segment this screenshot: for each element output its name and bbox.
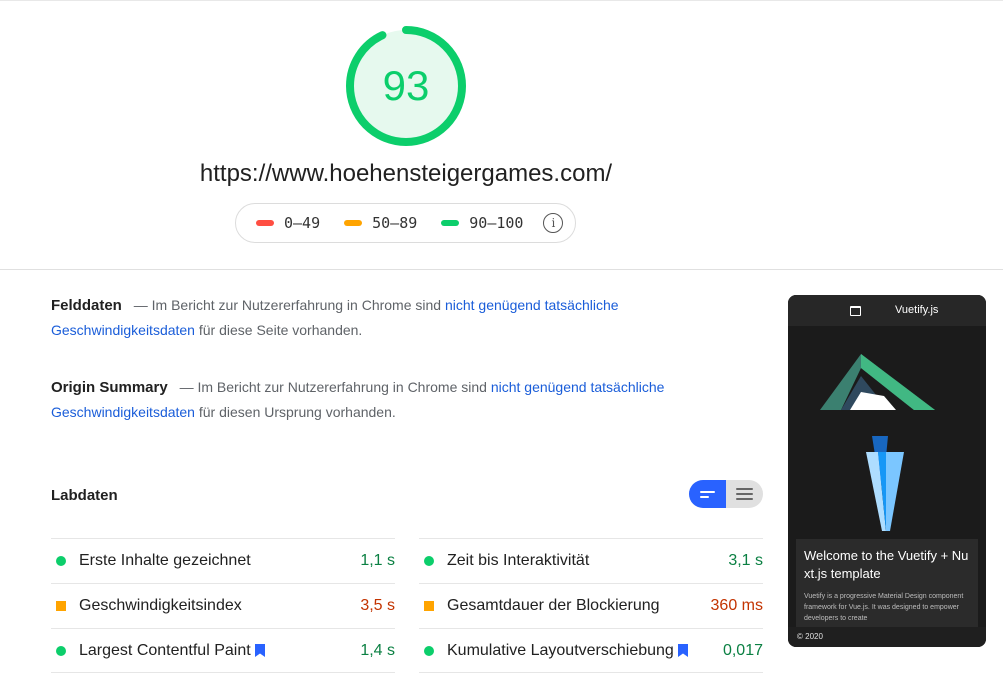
screenshot-app-title: Vuetify.js xyxy=(895,304,939,316)
metric-label: Erste Inhalte gezeichnet xyxy=(79,552,251,569)
metric-value: 3,5 s xyxy=(360,597,395,614)
field-data-prefix: — Im Bericht zur Nutzererfahrung in Chro… xyxy=(133,297,445,313)
metric-row-cls: Kumulative Layoutverschiebung 0,017 xyxy=(419,628,763,673)
metric-label-wrap: Kumulative Layoutverschiebung xyxy=(447,642,723,660)
origin-summary-section: Origin Summary — Im Bericht zur Nutzerer… xyxy=(51,375,691,425)
bookmark-icon xyxy=(677,644,688,657)
legend-item-fail: 0–49 xyxy=(256,214,320,232)
expanded-view-icon xyxy=(736,488,753,490)
metrics-left-column: Erste Inhalte gezeichnet 1,1 s Geschwind… xyxy=(51,538,395,673)
origin-summary-prefix: — Im Bericht zur Nutzererfahrung in Chro… xyxy=(179,379,491,395)
metric-label: Zeit bis Interaktivität xyxy=(447,552,590,569)
pass-indicator-icon xyxy=(56,556,66,566)
metric-row-tti: Zeit bis Interaktivität 3,1 s xyxy=(419,538,763,583)
legend-fail-label: 0–49 xyxy=(284,214,321,232)
compact-view-icon xyxy=(700,490,715,493)
page-url: https://www.hoehensteigergames.com/ xyxy=(199,160,613,187)
nuxt-vuetify-logo xyxy=(820,354,935,531)
legend-item-average: 50–89 xyxy=(344,214,417,232)
metric-value: 360 ms xyxy=(710,597,763,614)
metric-row-tbt: Gesamtdauer der Blockierung 360 ms xyxy=(419,583,763,628)
metric-value: 1,1 s xyxy=(360,552,395,569)
origin-summary-suffix: für diesen Ursprung vorhanden. xyxy=(194,404,396,420)
section-divider xyxy=(0,269,1003,270)
legend-average-label: 50–89 xyxy=(372,214,418,232)
metric-value: 1,4 s xyxy=(360,641,395,659)
info-icon[interactable]: i xyxy=(543,213,564,233)
pass-indicator-icon xyxy=(56,645,66,656)
window-icon xyxy=(850,306,861,316)
pass-indicator-icon xyxy=(424,645,434,656)
average-indicator-icon xyxy=(56,601,66,611)
average-indicator-icon xyxy=(424,601,434,611)
top-rule xyxy=(0,0,1003,1)
lab-data-title: Labdaten xyxy=(51,487,118,504)
legend-pass-swatch xyxy=(441,220,460,226)
screenshot-footer: © 2020 xyxy=(788,627,986,647)
metric-value: 0,017 xyxy=(722,641,763,659)
screenshot-app-bar: Vuetify.js xyxy=(788,295,986,326)
metrics-right-column: Zeit bis Interaktivität 3,1 s Gesamtdaue… xyxy=(419,538,763,673)
field-data-title: Felddaten xyxy=(51,297,122,314)
legend-average-swatch xyxy=(344,220,363,226)
metric-row-lcp: Largest Contentful Paint 1,4 s xyxy=(51,628,395,673)
legend-fail-swatch xyxy=(256,220,274,226)
compact-view-icon-line xyxy=(700,495,709,498)
page-screenshot-thumbnail: Vuetify.js Welcome to the Vuetify + Nuxt… xyxy=(788,295,986,647)
pass-indicator-icon xyxy=(424,556,434,566)
score-value: 93 xyxy=(382,62,430,109)
screenshot-card-text: Vuetify is a progressive Material Design… xyxy=(804,593,964,622)
screenshot-card-title: Welcome to the Vuetify + Nuxt.js templat… xyxy=(804,548,969,581)
field-data-suffix: für diese Seite vorhanden. xyxy=(194,322,363,338)
metric-value: 3,1 s xyxy=(728,552,763,569)
expanded-view-button[interactable] xyxy=(726,480,763,508)
field-data-section: Felddaten — Im Bericht zur Nutzererfahru… xyxy=(51,293,691,343)
metric-label: Geschwindigkeitsindex xyxy=(79,597,242,614)
compact-view-button[interactable] xyxy=(689,480,726,508)
expanded-view-icon-line xyxy=(736,493,753,495)
score-gauge: 93 xyxy=(346,26,466,146)
metric-view-toggle xyxy=(689,480,763,508)
metric-label: Kumulative Layoutverschiebung xyxy=(447,641,674,659)
metric-row-fcp: Erste Inhalte gezeichnet 1,1 s xyxy=(51,538,395,583)
metric-label-wrap: Largest Contentful Paint xyxy=(79,642,360,660)
screenshot-welcome-card: Welcome to the Vuetify + Nuxt.js templat… xyxy=(796,539,978,627)
metric-label: Gesamtdauer der Blockierung xyxy=(447,597,660,614)
metric-row-speed-index: Geschwindigkeitsindex 3,5 s xyxy=(51,583,395,628)
expanded-view-icon-line xyxy=(736,498,753,500)
score-legend: 0–49 50–89 90–100 i xyxy=(235,203,576,243)
bookmark-icon xyxy=(254,644,265,657)
origin-summary-title: Origin Summary xyxy=(51,379,168,396)
metric-label: Largest Contentful Paint xyxy=(79,641,251,659)
legend-pass-label: 90–100 xyxy=(469,214,524,232)
legend-item-pass: 90–100 xyxy=(441,214,523,232)
